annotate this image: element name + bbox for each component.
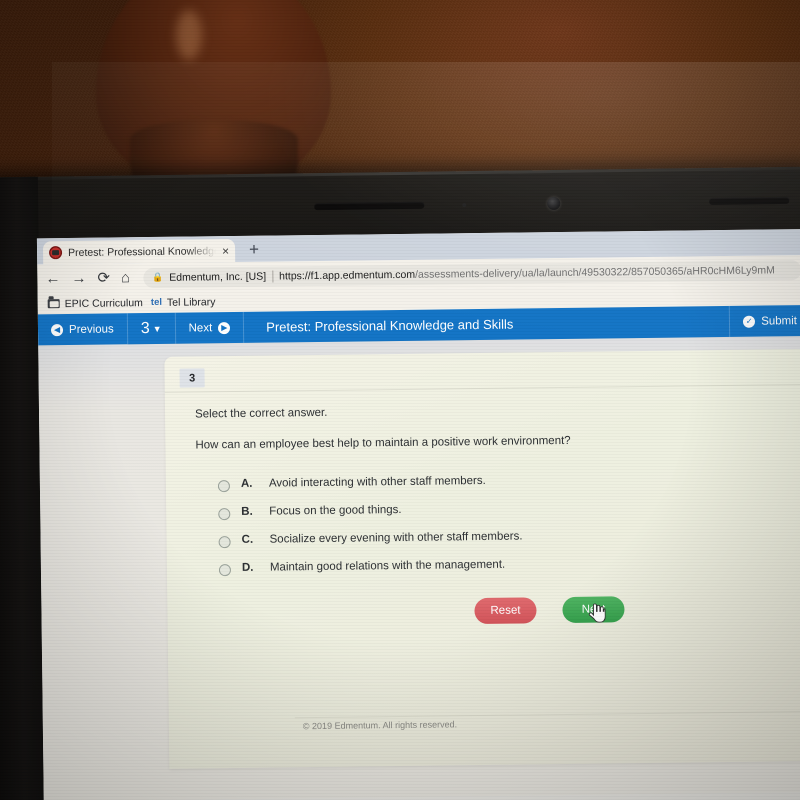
question-prompt: How can an employee best help to maintai… [195,434,571,452]
site-identity-label: Edmentum, Inc. [US] [169,270,267,284]
question-number-badge: 3 [179,368,205,388]
submit-label: Submit [761,314,798,328]
next-button[interactable]: Next [562,596,625,624]
option-letter: D. [241,561,254,574]
folder-icon [47,299,60,309]
vase-highlight [176,10,202,60]
previous-label: Previous [68,322,114,336]
check-circle-icon: ✓ [743,315,756,328]
answer-options-list: A. Avoid interacting with other staff me… [217,471,800,590]
submit-button[interactable]: ✓ Submit [730,305,800,337]
question-card: 3 Select the correct answer. How can an … [164,348,800,769]
bookmark-label: Tel Library [166,295,216,309]
webcam-icon [547,196,561,211]
answer-option-d[interactable]: D. Maintain good relations with the mana… [218,555,800,577]
microphone-icon [462,203,467,208]
previous-button[interactable]: ◀ Previous [38,313,127,345]
home-icon[interactable]: ⌂ [121,269,130,286]
url-text: https://f1.app.edmentum.com/assessments-… [279,264,775,282]
radio-button[interactable] [217,480,231,493]
browser-tab-title: Pretest: Professional Knowledge [68,244,217,259]
reset-button[interactable]: Reset [474,597,537,625]
address-bar[interactable]: 🔒 Edmentum, Inc. [US] https://f1.app.edm… [142,259,800,288]
browser-tab[interactable]: Pretest: Professional Knowledge × [42,238,236,265]
arrow-left-circle-icon: ◀ [50,323,64,336]
next-nav-button[interactable]: Next ▶ [175,312,243,344]
lock-icon: 🔒 [151,271,164,283]
reload-icon[interactable]: ⟳ [97,270,110,287]
instruction-text: Select the correct answer. [194,406,328,421]
option-letter: A. [240,477,253,490]
close-icon[interactable]: × [222,244,229,258]
chevron-down-icon: ▼ [152,323,162,334]
forward-icon[interactable]: → [71,270,86,287]
action-button-row: Reset Next [167,594,800,628]
radio-button[interactable] [218,508,231,521]
option-letter: C. [241,533,254,546]
option-text: Socialize every evening with other staff… [269,530,523,546]
assessment-title: Pretest: Professional Knowledge and Skil… [266,316,514,335]
speaker-grille-right [709,196,790,205]
page-footer: © 2019 Edmentum. All rights reserved. [294,710,800,738]
question-number: 3 ▼ [141,319,162,337]
question-number-selector[interactable]: 3 ▼ [128,313,175,345]
divider [164,383,800,393]
divider [272,270,274,283]
laptop-body: Pretest: Professional Knowledge × + ← → … [0,166,800,800]
next-label: Next [188,321,213,335]
bookmark-epic-curriculum[interactable]: EPIC Curriculum [47,296,143,310]
speaker-grille-left [314,201,425,211]
answer-option-a[interactable]: A. Avoid interacting with other staff me… [217,471,800,493]
toolbar-right-group: ✓ Submit [728,305,800,337]
answer-option-c[interactable]: C. Socialize every evening with other st… [218,527,800,549]
back-icon[interactable]: ← [45,270,60,287]
option-text: Avoid interacting with other staff membe… [268,474,486,490]
bookmark-label: EPIC Curriculum [64,296,143,310]
new-tab-button[interactable]: + [249,240,259,259]
laptop-screen: Pretest: Professional Knowledge × + ← → … [36,228,800,800]
url-path: /assessments-delivery/ua/la/launch/49530… [415,263,775,281]
next-button-label: Next [581,603,606,616]
option-text: Maintain good relations with the managem… [269,558,506,574]
bookmark-tel-library[interactable]: tel Tel Library [151,296,216,309]
photograph-of-laptop-screen: Pretest: Professional Knowledge × + ← → … [0,0,800,800]
page-body: 3 Select the correct answer. How can an … [38,335,800,800]
answer-option-b[interactable]: B. Focus on the good things. [218,499,800,521]
radio-button[interactable] [218,564,232,577]
radio-button[interactable] [218,536,231,549]
question-number-value: 3 [140,319,150,337]
browser-status-bar: f1.app.edmentum.com/assessments-delivery… [43,791,800,800]
option-text: Focus on the good things. [269,503,402,518]
url-host: https://f1.app.edmentum.com [279,268,416,282]
arrow-right-circle-icon: ▶ [218,321,231,334]
option-letter: B. [241,505,253,518]
edmentum-favicon [48,246,63,260]
tel-icon: tel [150,296,163,309]
